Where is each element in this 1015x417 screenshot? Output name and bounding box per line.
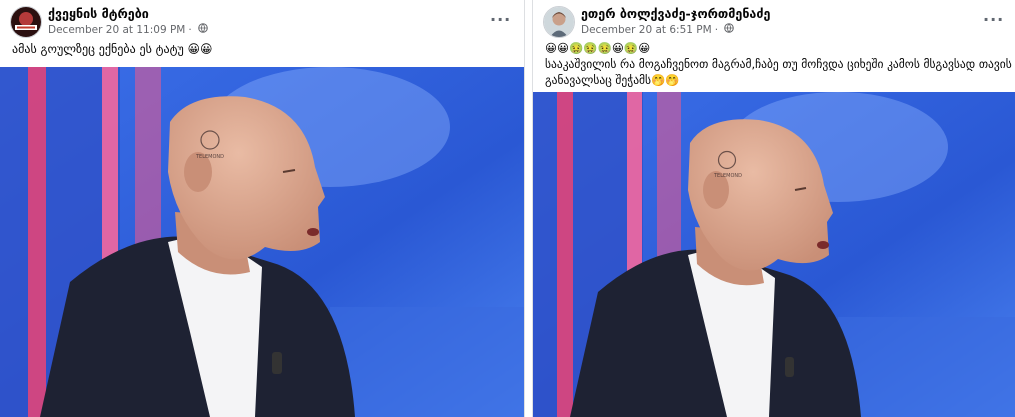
caption-line-2: განავალსაც შეჭამს🤭🤭 — [545, 73, 680, 87]
author-name[interactable]: ქვეყნის მტრები — [48, 6, 149, 21]
post-meta: December 20 at 11:09 PM · — [48, 23, 208, 36]
post-image[interactable]: TELEMOND — [0, 67, 524, 417]
tattoo-text: TELEMOND — [713, 173, 742, 179]
more-options-icon[interactable]: ··· — [983, 10, 1004, 29]
meta-separator: · — [188, 23, 192, 36]
post-right: ეთერ ბოლქვაძე-ჯორთმენაძე December 20 at … — [532, 0, 1015, 417]
globe-icon — [197, 23, 208, 36]
caption-line-1: სააკაშვილის რა მოგაჩვენოთ მაგრამ,ჩაბე თუ… — [545, 57, 1012, 71]
post-caption: 😀😀🤢🤢🤢😀🤢😀 სააკაშვილის რა მოგაჩვენოთ მაგრა… — [545, 40, 1012, 88]
meta-separator: · — [714, 23, 719, 36]
globe-icon — [724, 23, 734, 36]
tattoo-text: TELEMOND — [195, 154, 224, 160]
author-name[interactable]: ეთერ ბოლქვაძე-ჯორთმენაძე — [581, 6, 770, 21]
post-meta: December 20 at 6:51 PM · — [581, 23, 734, 36]
post-left: ქვეყნის მტრები December 20 at 11:09 PM ·… — [0, 0, 525, 417]
post-image[interactable]: TELEMOND — [533, 92, 1015, 417]
post-timestamp[interactable]: December 20 at 11:09 PM — [48, 24, 185, 36]
author-avatar[interactable] — [543, 6, 575, 38]
author-avatar[interactable] — [10, 6, 42, 38]
more-options-icon[interactable]: ··· — [490, 10, 511, 29]
post-timestamp[interactable]: December 20 at 6:51 PM — [581, 24, 712, 36]
caption-emoji-line: 😀😀🤢🤢🤢😀🤢😀 — [545, 41, 651, 55]
post-caption: ამას გოულზეც ექნება ეს ტატუ 😀😀 — [12, 42, 213, 56]
